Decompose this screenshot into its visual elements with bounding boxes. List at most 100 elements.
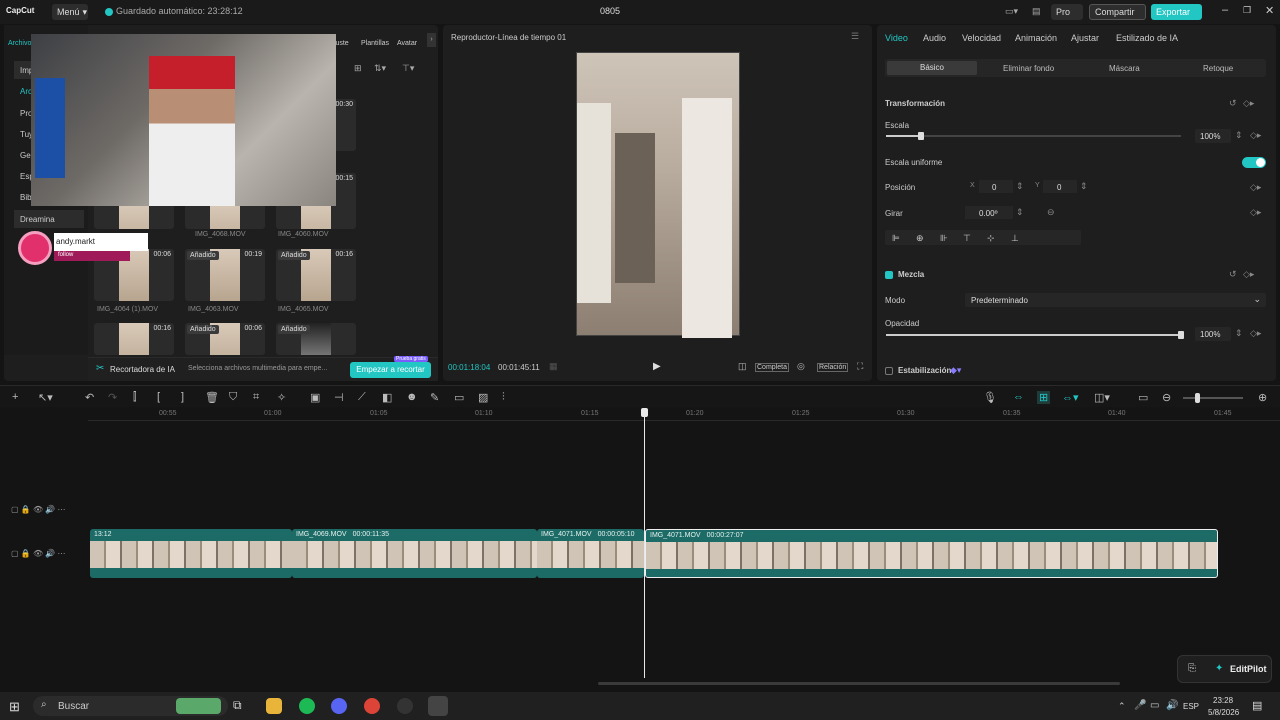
- subtab-remove-bg[interactable]: Eliminar fondo: [1003, 64, 1054, 73]
- opacity-slider-handle[interactable]: [1178, 331, 1184, 339]
- notification-icon[interactable]: ▤: [1252, 699, 1262, 712]
- sort-icon[interactable]: ⇅▾: [374, 63, 386, 74]
- media-card[interactable]: [276, 203, 356, 229]
- blend-heading[interactable]: Mezcla: [898, 270, 924, 279]
- position-keyframe-icon[interactable]: ◇▸: [1250, 182, 1261, 193]
- timeline-clip-selected[interactable]: IMG_4071.MOV 00:00:27:07: [645, 529, 1218, 578]
- zoom-slider-handle[interactable]: [1195, 393, 1200, 403]
- magnet-icon[interactable]: ⊞: [1037, 391, 1051, 404]
- timeline-clip[interactable]: IMG_4069.MOV 00:00:11:35: [292, 529, 537, 578]
- media-card[interactable]: Añadido 00:06: [185, 323, 265, 355]
- mic-tray-icon[interactable]: 🎤: [1134, 700, 1146, 711]
- chrome-icon[interactable]: [364, 698, 380, 714]
- timeline-clip[interactable]: IMG_4071.MOV 00:00:05:10: [537, 529, 644, 578]
- tab-adjust[interactable]: Ajustar: [1071, 33, 1099, 43]
- freeze-icon[interactable]: ⊣: [334, 391, 344, 404]
- align-right-icon[interactable]: ⊪: [940, 233, 948, 244]
- language-indicator[interactable]: ESP: [1183, 702, 1199, 711]
- play-icon[interactable]: ▶: [653, 361, 661, 372]
- mic-icon[interactable]: 🎙: [983, 391, 997, 404]
- capcut-taskbar-icon[interactable]: [428, 696, 448, 716]
- full-quality-label[interactable]: Completa: [755, 363, 789, 372]
- media-card[interactable]: Añadido 00:19: [185, 249, 265, 301]
- tab-animation[interactable]: Animación: [1015, 33, 1057, 43]
- shortcut-icon[interactable]: ▤: [1032, 6, 1041, 17]
- network-icon[interactable]: ▭: [1150, 700, 1159, 711]
- clock-date[interactable]: 5/8/2026: [1208, 708, 1239, 717]
- blend-reset-icon[interactable]: ↺: [1229, 269, 1237, 280]
- enhance-icon[interactable]: ✎: [430, 391, 439, 404]
- media-card[interactable]: [185, 203, 265, 229]
- close-icon[interactable]: ✕: [1265, 4, 1274, 17]
- media-card[interactable]: Añadido 00:16: [276, 249, 356, 301]
- scale-slider[interactable]: [886, 132, 1181, 140]
- editpilot-doc-icon[interactable]: ⎘: [1188, 663, 1196, 674]
- subtab-mask[interactable]: Máscara: [1109, 64, 1140, 73]
- zoom-slider[interactable]: [1183, 393, 1243, 403]
- taskbar-widget-icon[interactable]: [176, 698, 221, 714]
- task-view-icon[interactable]: ⧉: [233, 698, 249, 714]
- stabilization-heading[interactable]: Estabilización: [898, 366, 951, 375]
- align-center-icon[interactable]: ⊕: [916, 233, 924, 244]
- track-lock-icon[interactable]: ▢ 🔒 👁 🔊 ⋯: [11, 505, 66, 514]
- opacity-stepper-icon[interactable]: ⇕: [1235, 328, 1243, 339]
- align-bottom-icon[interactable]: ⊥: [1011, 233, 1019, 244]
- crop-icon[interactable]: ◫: [738, 361, 747, 372]
- uniform-scale-toggle[interactable]: [1242, 157, 1266, 168]
- filter-icon[interactable]: ⊤▾: [402, 63, 414, 74]
- align-top-icon[interactable]: ⊤: [963, 233, 971, 244]
- zoom-out-icon[interactable]: ⊖: [1162, 391, 1171, 404]
- image-tool-icon[interactable]: ▨: [478, 391, 488, 404]
- pos-x-stepper-icon[interactable]: ⇕: [1016, 181, 1024, 192]
- maximize-icon[interactable]: ❐: [1243, 5, 1251, 16]
- media-tool-icon[interactable]: ▣: [310, 391, 320, 404]
- track-main-controls[interactable]: ▢ 🔒 👁 🔊 ⋯: [11, 549, 66, 558]
- subtab-retouch[interactable]: Retoque: [1203, 64, 1233, 73]
- media-card[interactable]: 00:16: [94, 323, 174, 355]
- playhead-handle[interactable]: [641, 408, 648, 417]
- keyframe-icon[interactable]: ◇▸: [1243, 98, 1254, 109]
- preview-axis-icon[interactable]: ◫▾: [1094, 391, 1110, 404]
- opacity-slider[interactable]: [886, 331, 1184, 339]
- playhead-line[interactable]: [644, 412, 645, 678]
- media-card[interactable]: Añadido: [276, 323, 356, 355]
- ratio-label[interactable]: Relación: [817, 363, 849, 372]
- magic-icon[interactable]: ✧: [277, 391, 286, 404]
- rotate-dial-icon[interactable]: ⊖: [1047, 207, 1055, 218]
- minimize-icon[interactable]: –: [1222, 4, 1228, 16]
- clock-time[interactable]: 23:28: [1213, 696, 1233, 705]
- timeline-clip[interactable]: 13:12: [90, 529, 292, 578]
- spotify-icon[interactable]: [299, 698, 315, 714]
- export-button[interactable]: Exportar: [1151, 4, 1202, 20]
- discord-icon[interactable]: [331, 698, 347, 714]
- pro-button[interactable]: Pro: [1051, 4, 1083, 20]
- tab-speed[interactable]: Velocidad: [962, 33, 1001, 43]
- mode-dropdown[interactable]: Predeterminado ⌄: [965, 293, 1266, 307]
- obs-icon[interactable]: [397, 698, 413, 714]
- zoom-fit-icon[interactable]: ◎: [797, 361, 805, 372]
- file-explorer-icon[interactable]: [266, 698, 282, 714]
- editpilot-widget[interactable]: ⎘ ✦ EditPilot: [1177, 655, 1272, 683]
- stabilization-checkbox[interactable]: [885, 367, 893, 375]
- reverse-icon[interactable]: ◧: [382, 391, 392, 404]
- timeline-scrollbar[interactable]: [598, 682, 1120, 685]
- crop-tool-icon[interactable]: ⌗: [253, 391, 259, 404]
- start-trim-button[interactable]: Empezar a recortar: [350, 362, 431, 378]
- blend-keyframe-icon[interactable]: ◇▸: [1243, 269, 1254, 280]
- reset-icon[interactable]: ↺: [1229, 98, 1237, 109]
- tab-audio[interactable]: Audio: [923, 33, 946, 43]
- tray-chevron-icon[interactable]: ⌃: [1118, 701, 1126, 712]
- trim-right-icon[interactable]: ]: [181, 391, 184, 403]
- sidebar-item-dreamina[interactable]: Dreamina: [14, 210, 84, 228]
- person-icon[interactable]: ☻: [406, 391, 418, 403]
- link-main-icon[interactable]: ⇔: [1013, 391, 1024, 403]
- toolbar-item-archivo[interactable]: Archivo: [8, 40, 31, 47]
- redo-icon[interactable]: ↷: [108, 391, 117, 404]
- rotate-keyframe-icon[interactable]: ◇▸: [1250, 207, 1261, 218]
- split-icon[interactable]: ⫿: [133, 391, 137, 404]
- player-menu-icon[interactable]: ☰: [851, 31, 859, 42]
- windows-start-icon[interactable]: ⊞: [9, 699, 20, 715]
- select-tool-icon[interactable]: ↖▾: [38, 391, 53, 404]
- shield-icon[interactable]: ⛉: [229, 391, 237, 404]
- subtab-basic[interactable]: Básico: [887, 61, 977, 75]
